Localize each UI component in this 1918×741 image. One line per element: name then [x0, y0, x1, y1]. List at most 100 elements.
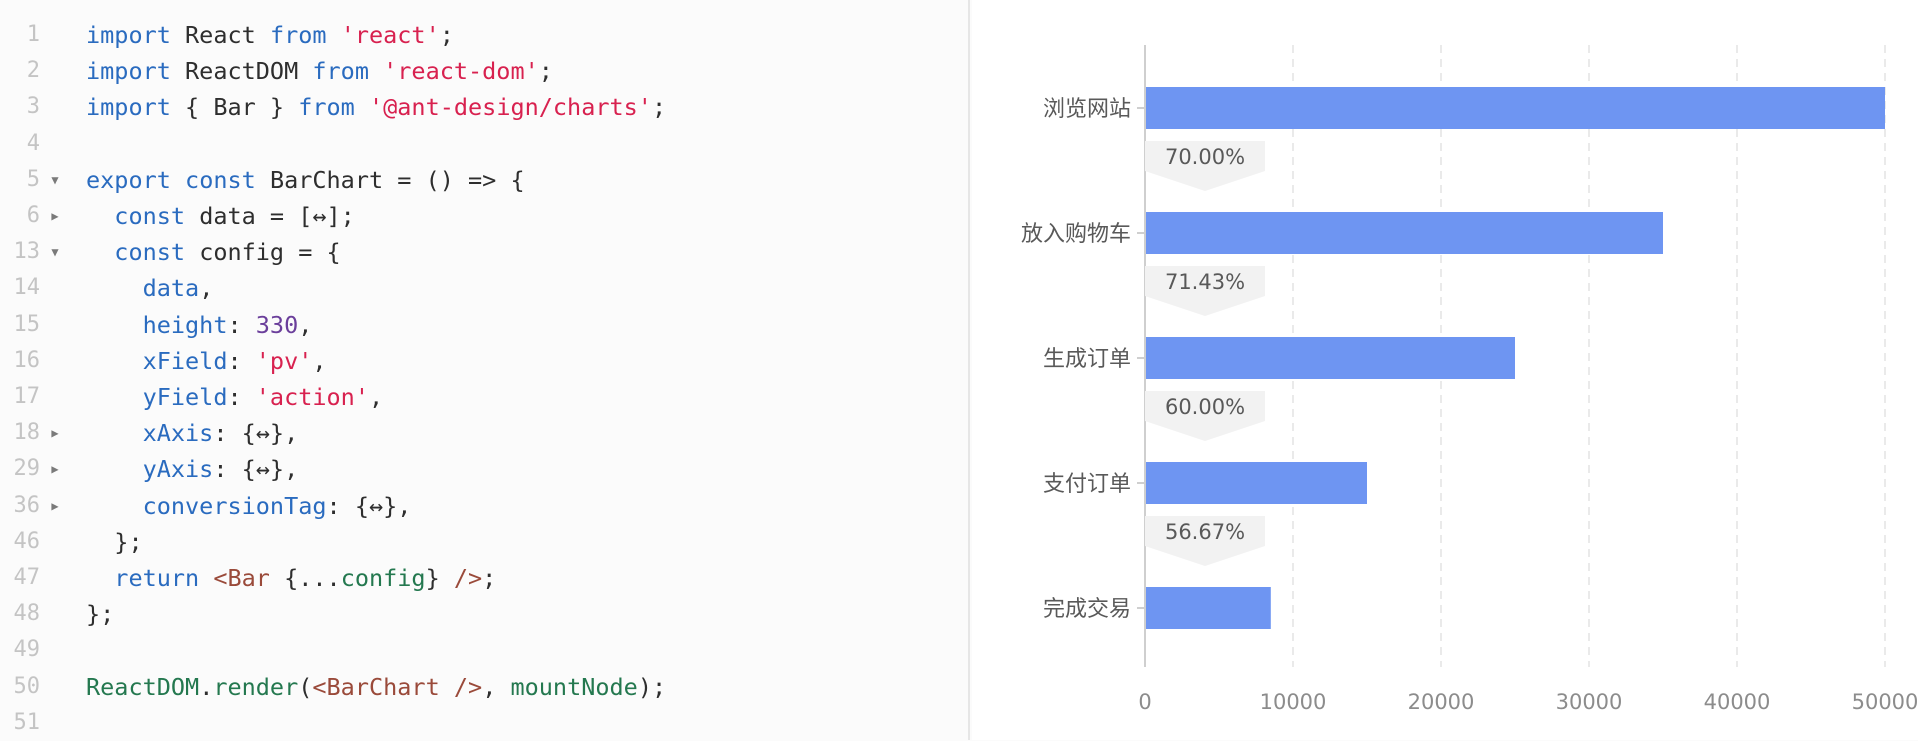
code-token: yField: [142, 383, 228, 411]
code-text: };: [86, 524, 143, 560]
code-line[interactable]: 36 ▶ conversionTag: {↔},: [0, 488, 970, 524]
line-number: 14: [13, 275, 41, 301]
code-line[interactable]: 6 ▶ const data = [↔];: [0, 198, 970, 234]
bar: [1146, 87, 1885, 129]
code-token: ;: [538, 57, 553, 86]
line-number: 47: [13, 565, 41, 590]
code-token: :: [227, 383, 256, 411]
code-token: 'react': [340, 21, 440, 49]
code-token: 'react-dom': [383, 57, 539, 86]
line-number: 17: [13, 384, 41, 409]
x-tick-label: 40000: [1704, 690, 1771, 714]
x-tick-label: 50000: [1852, 690, 1918, 714]
fold-closed-icon[interactable]: ▶: [47, 415, 63, 451]
line-number: 48: [13, 601, 41, 627]
code-token: ,: [482, 672, 511, 701]
code-text: height: 330,: [86, 307, 313, 343]
code-token: mountNode: [510, 672, 638, 701]
code-token: xAxis: [142, 419, 214, 448]
code-token: 'action': [255, 383, 369, 411]
code-token: ,: [368, 383, 384, 411]
code-token: ;: [439, 21, 454, 49]
conversion-rate-label: 60.00%: [1165, 395, 1245, 419]
line-number: 5: [26, 166, 40, 192]
line-number: 51: [13, 709, 41, 735]
code-token: );: [637, 672, 667, 701]
x-tick-label: 20000: [1408, 690, 1475, 714]
code-text: const data = [↔];: [86, 198, 355, 234]
code-line[interactable]: 5 ▼ export const BarChart = () => {: [0, 162, 970, 198]
line-number: 49: [13, 637, 41, 663]
code-line[interactable]: 47 return <Bar {...config} />;: [0, 560, 970, 596]
code-token: export: [86, 165, 171, 194]
code-token: config = {: [185, 238, 341, 267]
line-number: 4: [26, 130, 40, 156]
category-label: 生成订单: [1043, 347, 1131, 372]
fold-open-icon[interactable]: ▼: [47, 234, 63, 270]
fold-closed-icon[interactable]: ▶: [47, 198, 63, 234]
category-label: 完成交易: [1043, 597, 1131, 622]
code-token: 'pv': [255, 346, 313, 375]
code-token: };: [86, 527, 143, 556]
bar: [1146, 212, 1663, 254]
code-token: :: [227, 346, 256, 375]
line-number: 29: [13, 456, 41, 482]
code-line[interactable]: 17 yField: 'action',: [0, 379, 970, 415]
code-line[interactable]: 4: [0, 126, 970, 162]
code-token: />: [453, 672, 483, 701]
code-editor[interactable]: 1 import React from 'react'; 2 import React…: [0, 0, 970, 740]
code-token: : {↔},: [213, 455, 299, 484]
code-line[interactable]: 46 };: [0, 524, 970, 560]
conversion-rate-label: 70.00%: [1165, 145, 1245, 169]
code-text: data,: [86, 270, 214, 306]
code-token: }: [425, 564, 454, 592]
code-token: xField: [142, 346, 228, 375]
code-text: yField: 'action',: [86, 379, 384, 415]
bar: [1146, 337, 1515, 379]
line-number: 3: [26, 94, 40, 120]
line-number: 1: [26, 22, 40, 47]
code-line[interactable]: 48};: [0, 596, 970, 632]
code-line[interactable]: 29 ▶ yAxis: {↔},: [0, 451, 970, 487]
code-line[interactable]: 13 ▼ const config = {: [0, 234, 970, 270]
code-token: : {↔},: [326, 491, 412, 520]
code-line[interactable]: 18 ▶ xAxis: {↔},: [0, 415, 970, 451]
code-text: const config = {: [86, 234, 341, 270]
chart-preview: 0 10000 20000 30000 40000 50000 浏览网站 放入购物车 生成订单支…: [972, 0, 1918, 740]
code-token: BarChart = () => {: [255, 165, 525, 194]
code-line[interactable]: 3 import { Bar } from '@ant-design/charts…: [0, 89, 970, 125]
fold-closed-icon[interactable]: ▶: [47, 451, 63, 487]
code-line[interactable]: 1 import React from 'react';: [0, 17, 970, 53]
fold-open-icon[interactable]: ▼: [47, 162, 63, 198]
code-line[interactable]: 16 xField: 'pv',: [0, 343, 970, 379]
code-token: conversionTag: [142, 491, 327, 520]
code-line[interactable]: 2 import ReactDOM from 'react-dom';: [0, 53, 970, 89]
code-token: import: [86, 57, 171, 86]
fold-closed-icon[interactable]: ▶: [47, 488, 63, 524]
code-token: React: [170, 21, 270, 49]
code-token: ;: [482, 564, 497, 592]
code-text: conversionTag: {↔},: [86, 488, 412, 524]
code-line[interactable]: 51: [0, 705, 970, 741]
code-token: const: [114, 202, 186, 230]
code-line[interactable]: 50 ReactDOM.render(<BarChart />, mountNod…: [0, 669, 970, 705]
code-token: ;: [651, 93, 667, 122]
code-token: : {↔},: [213, 419, 299, 448]
code-token: ,: [312, 346, 327, 375]
line-number: 6: [26, 203, 40, 228]
code-line[interactable]: 14 data,: [0, 270, 970, 306]
code-token: <Bar: [213, 564, 270, 592]
code-token: { Bar }: [170, 93, 299, 122]
code-line[interactable]: 15 height: 330,: [0, 307, 970, 343]
code-line[interactable]: 49: [0, 632, 970, 668]
